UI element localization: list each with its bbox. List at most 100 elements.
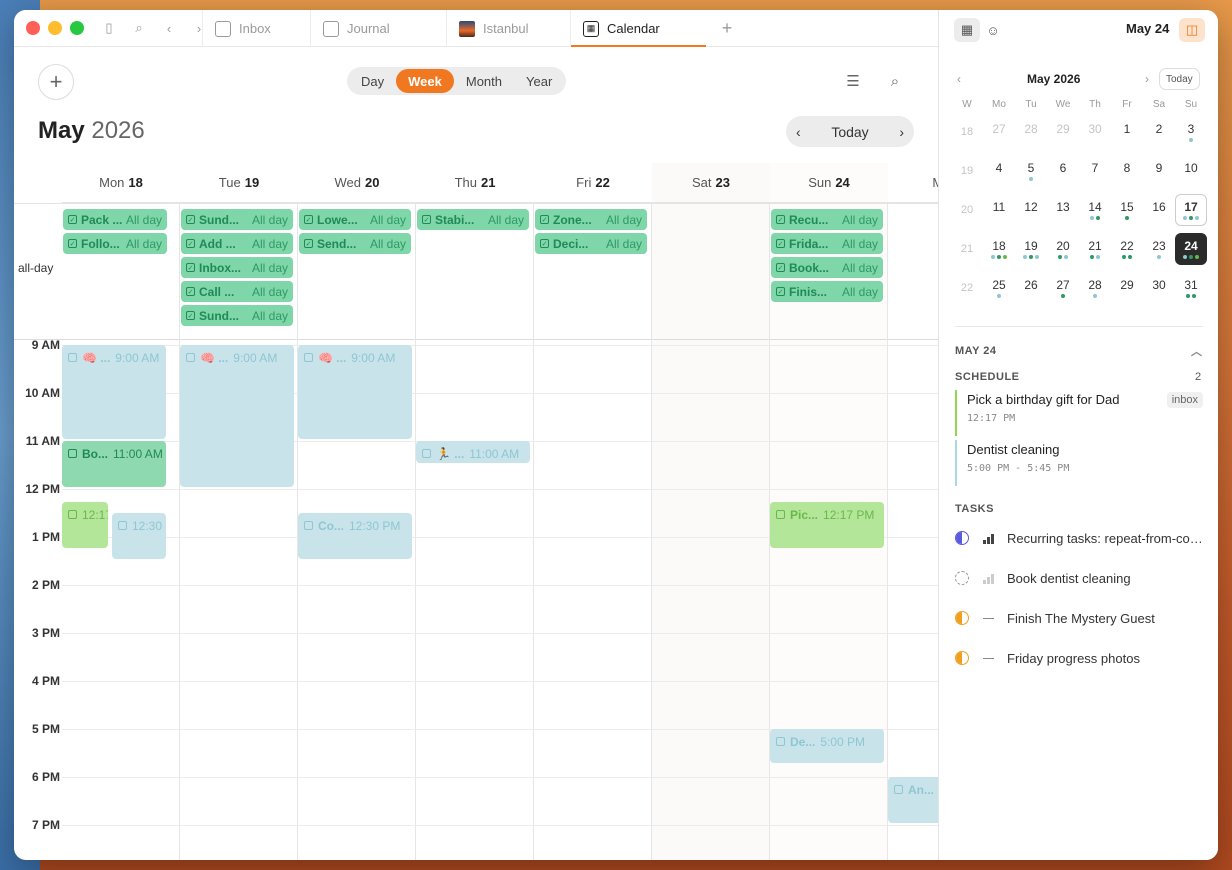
allday-event[interactable]: ✓ Deci... All day — [535, 233, 647, 254]
allday-event[interactable]: ✓ Pack ... All day — [63, 209, 167, 230]
mini-day[interactable]: 18 — [983, 233, 1015, 265]
allday-event[interactable]: ✓ Follo... All day — [63, 233, 167, 254]
mini-day[interactable]: 26 — [1015, 272, 1047, 304]
mini-day[interactable]: 16 — [1143, 194, 1175, 226]
mini-day[interactable]: 23 — [1143, 233, 1175, 265]
new-tab-icon[interactable]: + — [718, 18, 736, 38]
timed-event[interactable]: Co... 12:30 PM — [298, 513, 412, 559]
timed-event[interactable]: 🧠 ... 9:00 AM — [298, 345, 412, 439]
search-icon[interactable]: ⌕ — [886, 72, 904, 90]
mini-day[interactable]: 10 — [1175, 155, 1207, 187]
mini-day[interactable]: 5 — [1015, 155, 1047, 187]
schedule-item[interactable]: Pick a birthday gift for Dad 12:17 PM inbo… — [955, 390, 1203, 436]
mini-day[interactable]: 14 — [1079, 194, 1111, 226]
mini-day[interactable]: 4 — [983, 155, 1015, 187]
task-item[interactable]: Friday progress photos — [955, 648, 1205, 668]
allday-event[interactable]: ✓ Lowe... All day — [299, 209, 411, 230]
mini-day[interactable]: 19 — [1015, 233, 1047, 265]
allday-event[interactable]: ✓ Call ... All day — [181, 281, 293, 302]
task-status-icon[interactable] — [955, 611, 969, 625]
mini-day[interactable]: 11 — [983, 194, 1015, 226]
allday-event[interactable]: ✓ Inbox... All day — [181, 257, 293, 278]
tab-journal[interactable]: Journal — [310, 10, 446, 47]
task-status-icon[interactable] — [955, 531, 969, 545]
mini-day[interactable]: 9 — [1143, 155, 1175, 187]
timed-event[interactable]: Bo... 11:00 AM — [62, 441, 166, 487]
mini-day[interactable]: 15 — [1111, 194, 1143, 226]
timed-event[interactable]: 🧠 ... 9:00 AM — [62, 345, 166, 439]
allday-event[interactable]: ✓ Sund... All day — [181, 209, 293, 230]
allday-event[interactable]: ✓ Recu... All day — [771, 209, 883, 230]
mini-day[interactable]: 12 — [1015, 194, 1047, 226]
mini-day[interactable]: 30 — [1143, 272, 1175, 304]
day-header[interactable]: Wed 20 — [298, 163, 416, 203]
timed-event[interactable]: Pic... 12:17 PM — [770, 502, 884, 549]
close-button[interactable] — [26, 21, 40, 35]
task-item[interactable]: Finish The Mystery Guest — [955, 608, 1205, 628]
filter-sliders-icon[interactable]: ☰ — [844, 72, 862, 90]
minimize-button[interactable] — [48, 21, 62, 35]
view-day-button[interactable]: Day — [349, 69, 396, 93]
back-icon[interactable]: ‹ — [160, 19, 178, 37]
allday-event[interactable]: ✓ Sund... All day — [181, 305, 293, 326]
mini-day[interactable]: 2 — [1143, 116, 1175, 148]
day-header[interactable]: Thu 21 — [416, 163, 534, 203]
task-item[interactable]: Book dentist cleaning — [955, 568, 1205, 588]
mini-day[interactable]: 28 — [1079, 272, 1111, 304]
tab-calendar[interactable]: ▦ Calendar — [570, 10, 706, 47]
next-week-icon[interactable]: › — [899, 124, 904, 140]
allday-event[interactable]: ✓ Finis... All day — [771, 281, 883, 302]
mini-day[interactable]: 30 — [1079, 116, 1111, 148]
allday-event[interactable]: ✓ Zone... All day — [535, 209, 647, 230]
timed-event[interactable]: 🏃 ... 11:00 AM — [416, 441, 530, 463]
mini-day[interactable]: 8 — [1111, 155, 1143, 187]
mini-day[interactable]: 29 — [1111, 272, 1143, 304]
task-item[interactable]: Recurring tasks: repeat-from-completion — [955, 528, 1205, 548]
mini-day[interactable]: 22 — [1111, 233, 1143, 265]
mini-day[interactable]: 1 — [1111, 116, 1143, 148]
timed-event[interactable]: 12:17 PM — [62, 502, 108, 549]
view-year-button[interactable]: Year — [514, 69, 564, 93]
search-icon[interactable]: ⌕ — [130, 19, 148, 37]
view-month-button[interactable]: Month — [454, 69, 514, 93]
view-week-button[interactable]: Week — [396, 69, 454, 93]
allday-event[interactable]: ✓ Frida... All day — [771, 233, 883, 254]
mini-day[interactable]: 29 — [1047, 116, 1079, 148]
day-header[interactable]: Mon 18 — [62, 163, 180, 203]
mini-day[interactable]: 20 — [1047, 233, 1079, 265]
mini-day[interactable]: 24 — [1175, 233, 1207, 265]
allday-event[interactable]: ✓ Stabi... All day — [417, 209, 529, 230]
mini-day[interactable]: 27 — [1047, 272, 1079, 304]
robot-icon[interactable]: ☺ — [980, 18, 1006, 42]
tab-inbox[interactable]: Inbox — [202, 10, 310, 47]
collapse-chevron-icon[interactable]: ︿ — [1191, 343, 1203, 359]
day-header[interactable]: Sun 24 — [770, 163, 888, 203]
day-header[interactable]: Mon — [888, 163, 938, 203]
mini-today-button[interactable]: Today — [1159, 68, 1200, 90]
timed-event[interactable]: An... — [888, 777, 938, 823]
day-header[interactable]: Fri 22 — [534, 163, 652, 203]
zoom-button[interactable] — [70, 21, 84, 35]
mini-prev-icon[interactable]: ‹ — [957, 72, 961, 86]
prev-week-icon[interactable]: ‹ — [796, 124, 801, 140]
calendar-icon[interactable]: ▦ — [954, 18, 980, 42]
mini-day[interactable]: 13 — [1047, 194, 1079, 226]
task-status-icon[interactable] — [955, 571, 969, 585]
mini-day[interactable]: 21 — [1079, 233, 1111, 265]
allday-event[interactable]: ✓ Add ... All day — [181, 233, 293, 254]
mini-day[interactable]: 3 — [1175, 116, 1207, 148]
add-event-button[interactable]: + — [38, 64, 74, 100]
timed-event[interactable]: 🧠 ... 9:00 AM — [180, 345, 294, 487]
today-button[interactable]: Today — [831, 124, 868, 140]
mini-next-icon[interactable]: › — [1145, 72, 1149, 86]
task-status-icon[interactable] — [955, 651, 969, 665]
timed-event[interactable]: De... 5:00 PM — [770, 729, 884, 763]
mini-day[interactable]: 27 — [983, 116, 1015, 148]
allday-event[interactable]: ✓ Send... All day — [299, 233, 411, 254]
mini-day[interactable]: 6 — [1047, 155, 1079, 187]
allday-event[interactable]: ✓ Book... All day — [771, 257, 883, 278]
panel-toggle-icon[interactable]: ◫ — [1179, 18, 1205, 42]
tab-istanbul[interactable]: Istanbul — [446, 10, 570, 47]
sidebar-toggle-icon[interactable]: ▯ — [100, 19, 118, 37]
mini-day[interactable]: 25 — [983, 272, 1015, 304]
